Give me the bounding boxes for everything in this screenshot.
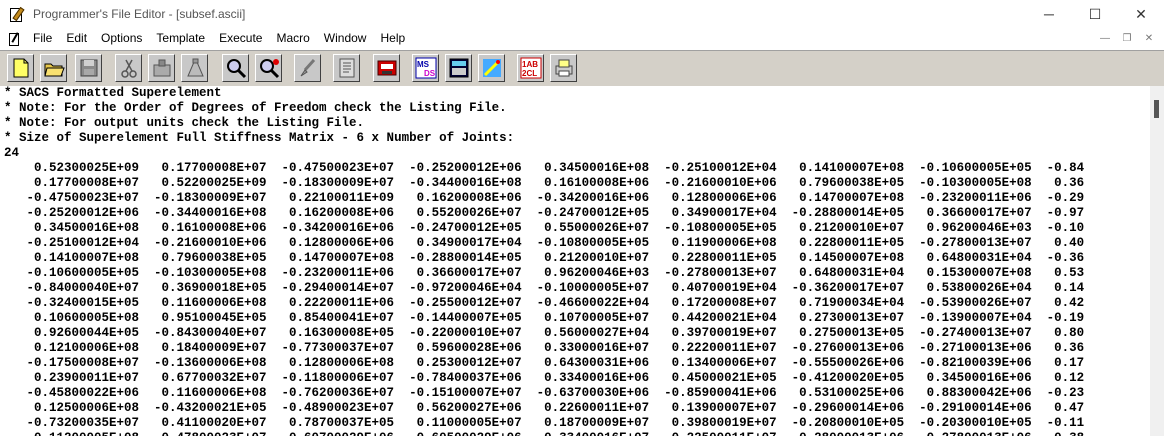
new-icon [13, 58, 29, 78]
editor-line: 0.23900011E+07 0.67700032E+07 -0.1180000… [4, 371, 1085, 385]
open-icon [44, 63, 65, 77]
editor-line: 0.92600044E+05 -0.84300040E+07 0.1630000… [4, 326, 1085, 340]
editor-line: 0.34500016E+08 0.16100008E+06 -0.3420001… [4, 221, 1085, 235]
find-icon [227, 59, 247, 79]
editor-line: 0.17700008E+07 0.52200025E+09 -0.1830000… [4, 176, 1085, 190]
menu-help[interactable]: Help [373, 28, 412, 49]
mdi-controls: — ❐ ✕ [1094, 28, 1160, 49]
magic-wand-button[interactable] [478, 54, 505, 82]
menu-macro[interactable]: Macro [269, 28, 316, 49]
mdi-minimize-button[interactable]: — [1094, 33, 1116, 44]
print-button[interactable] [373, 54, 400, 82]
editor-line: -0.25200012E+06 -0.34400016E+08 0.162000… [4, 206, 1085, 220]
open-file-button[interactable] [40, 54, 67, 82]
editor-line: * Note: For the Order of Degrees of Free… [4, 101, 507, 115]
menu-execute[interactable]: Execute [212, 28, 269, 49]
editor-line: -0.73200035E+07 0.41100020E+07 0.7870003… [4, 416, 1085, 430]
editor-line: 24 [4, 146, 20, 160]
editor-line: -0.84000040E+07 0.36900018E+05 -0.294000… [4, 281, 1085, 295]
document-system-menu-icon[interactable] [8, 31, 22, 46]
printer-button[interactable] [550, 54, 577, 82]
cut-icon [121, 59, 137, 78]
scrollbar-thumb[interactable] [1154, 100, 1159, 118]
editor-line: 0.12100006E+08 0.18400009E+07 -0.7730003… [4, 341, 1085, 355]
minimize-button[interactable]: ─ [1026, 0, 1072, 28]
svg-text:MS: MS [417, 60, 430, 69]
copy-button[interactable] [148, 54, 175, 82]
paste-icon [187, 58, 204, 77]
find-next-button[interactable] [255, 54, 282, 82]
save-icon [80, 59, 98, 77]
editor-line: 0.12500006E+08 -0.43200021E+05 -0.489000… [4, 401, 1085, 415]
calculator-icon [449, 58, 469, 78]
window-controls: ─ ☐ ✕ [1026, 0, 1164, 28]
editor-line: -0.10600005E+05 -0.10300005E+08 -0.23200… [4, 266, 1085, 280]
editor-line: * SACS Formatted Superelement [4, 86, 222, 100]
document-button[interactable] [333, 54, 360, 82]
printer-icon [555, 59, 573, 77]
window-title: Programmer's File Editor - [subsef.ascii… [33, 7, 246, 21]
pfe-app-icon[interactable] [9, 6, 25, 22]
close-button[interactable]: ✕ [1118, 0, 1164, 28]
vertical-scrollbar[interactable] [1150, 86, 1164, 436]
maximize-button[interactable]: ☐ [1072, 0, 1118, 28]
menu-template[interactable]: Template [149, 28, 212, 49]
editor-line: 0.52300025E+09 0.17700008E+07 -0.4750002… [4, 161, 1085, 175]
mdi-close-button[interactable]: ✕ [1138, 33, 1160, 44]
document-icon [339, 58, 355, 78]
new-file-button[interactable] [7, 54, 34, 82]
editor-line: * Size of Superelement Full Stiffness Ma… [4, 131, 515, 145]
editor-line: 0.14100007E+08 0.79600038E+05 0.14700007… [4, 251, 1085, 265]
mdi-restore-button[interactable]: ❐ [1116, 33, 1138, 44]
editor-line: -0.47500023E+07 -0.18300009E+07 0.221000… [4, 191, 1085, 205]
editor-line: * Note: For output units check the Listi… [4, 116, 365, 130]
menu-window[interactable]: Window [317, 28, 374, 49]
paste-button[interactable] [181, 54, 208, 82]
brush-icon [300, 58, 316, 77]
svg-text:1AB: 1AB [522, 60, 538, 69]
editor-line: -0.17500008E+07 -0.13600006E+08 0.128000… [4, 356, 1085, 370]
print-icon [377, 60, 397, 76]
menu-options[interactable]: Options [94, 28, 149, 49]
menu-bar: File Edit Options Template Execute Macro… [0, 28, 1164, 49]
menu-edit[interactable]: Edit [59, 28, 94, 49]
find-next-icon [260, 59, 280, 79]
msdos-button[interactable]: MS DS [412, 54, 439, 82]
editor-line: -0.25100012E+04 -0.21600010E+06 0.128000… [4, 236, 1085, 250]
title-bar: Programmer's File Editor - [subsef.ascii… [0, 0, 1164, 28]
magic-wand-icon [483, 59, 501, 77]
save-file-button[interactable] [75, 54, 102, 82]
copy-icon [153, 59, 171, 77]
editor-line: -0.11200005E+08 0.47800023E+07 0.6070002… [4, 431, 1150, 436]
calculator-button[interactable] [445, 54, 472, 82]
svg-text:2CL: 2CL [522, 69, 537, 78]
editor-text-area[interactable]: * SACS Formatted Superelement * Note: For… [0, 86, 1150, 436]
find-button[interactable] [222, 54, 249, 82]
brush-button[interactable] [294, 54, 321, 82]
msdos-icon: MSDS [415, 57, 437, 79]
svg-text:DS: DS [424, 69, 436, 78]
menu-file[interactable]: File [26, 28, 59, 49]
abc-icon: 1AB2CL [520, 57, 542, 79]
editor-line: -0.32400015E+05 0.11600006E+08 0.2220001… [4, 296, 1085, 310]
editor-line: -0.45800022E+06 0.11600006E+08 -0.762000… [4, 386, 1085, 400]
editor-line: 0.10600005E+08 0.95100045E+05 0.85400041… [4, 311, 1085, 325]
cut-button[interactable] [115, 54, 142, 82]
editor-lines: * SACS Formatted Superelement * Note: For… [0, 86, 1150, 436]
toolbar: MS DS 1AB 2CL [0, 50, 1164, 88]
abc-button[interactable]: 1AB 2CL [517, 54, 544, 82]
